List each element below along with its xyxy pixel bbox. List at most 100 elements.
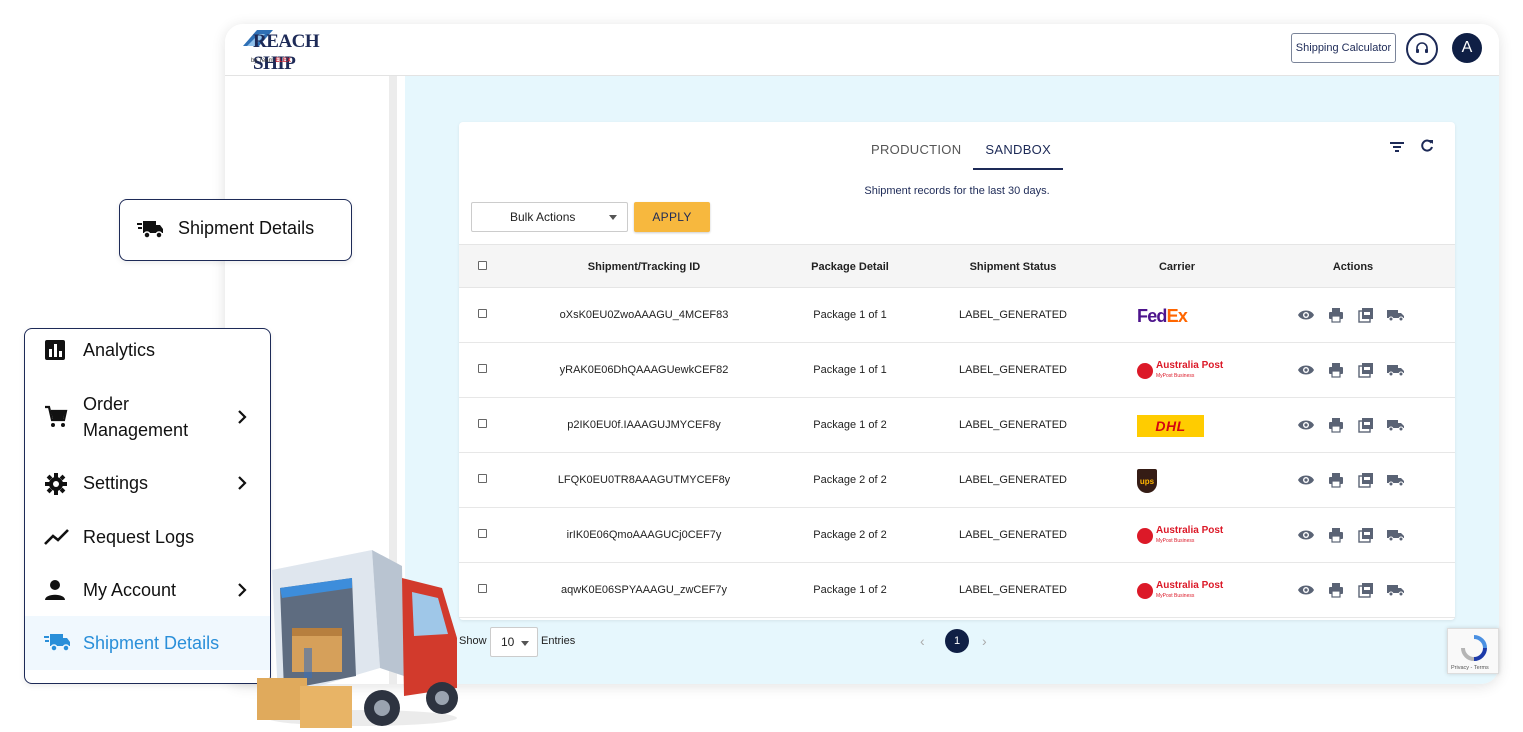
view-icon[interactable]	[1297, 526, 1315, 544]
menu-item-my-account[interactable]: My Account	[25, 576, 270, 606]
menu-item-order-management[interactable]: Order Management	[25, 389, 270, 445]
package-detail: Package 1 of 2	[813, 584, 887, 596]
pdf-icon[interactable]	[1357, 526, 1375, 544]
australia-post-logo: Australia Post MyPost Business	[1137, 581, 1223, 601]
header-carrier: Carrier	[1158, 261, 1196, 273]
truck-icon[interactable]	[1387, 416, 1405, 434]
table-row: p2IK0EU0f.IAAAGUJMYCEF8y Package 1 of 2 LA…	[459, 398, 1455, 453]
view-icon[interactable]	[1297, 306, 1315, 324]
recaptcha-badge[interactable]: Privacy - Terms	[1447, 628, 1499, 674]
menu-label-management: Management	[83, 420, 189, 440]
truck-icon[interactable]	[1387, 526, 1405, 544]
pdf-icon[interactable]	[1357, 471, 1375, 489]
header-shipment-status: Shipment Status	[969, 261, 1057, 273]
reachship-logo[interactable]: REACH SHIP by Team ELEX	[243, 28, 343, 74]
print-icon[interactable]	[1327, 416, 1345, 434]
menu-label-my-account: My Account	[83, 580, 177, 600]
gear-icon	[44, 472, 68, 501]
tracking-id[interactable]: yRAK0E06DhQAAAGUewkCEF82	[539, 343, 749, 398]
truck-icon[interactable]	[1387, 361, 1405, 379]
view-icon[interactable]	[1297, 471, 1315, 489]
trending-icon	[44, 527, 70, 552]
carrier-cell: DHL	[1137, 411, 1204, 441]
shipment-status: LABEL_GENERATED	[958, 474, 1067, 486]
tracking-id[interactable]: p2IK0EU0f.IAAAGUJMYCEF8y	[539, 398, 749, 453]
next-page-icon[interactable]: ›	[982, 633, 987, 649]
tab-production[interactable]: PRODUCTION	[859, 142, 973, 170]
menu-item-analytics[interactable]: Analytics	[25, 337, 270, 367]
package-detail: Package 2 of 2	[813, 529, 887, 541]
print-icon[interactable]	[1327, 526, 1345, 544]
tracking-id[interactable]: irIK0E06QmoAAAGUCj0CEF7y	[539, 508, 749, 563]
callout-label: Shipment Details	[178, 218, 315, 238]
print-icon[interactable]	[1327, 471, 1345, 489]
page-size-select[interactable]: 10	[490, 627, 538, 657]
carrier-cell: Australia Post MyPost Business	[1137, 356, 1223, 386]
bulk-actions-select[interactable]: Bulk Actions	[471, 202, 628, 232]
pdf-icon[interactable]	[1357, 581, 1375, 599]
pdf-icon[interactable]	[1357, 306, 1375, 324]
stage: REACH SHIP by Team ELEX Shipping Calcula…	[0, 0, 1523, 732]
print-icon[interactable]	[1327, 361, 1345, 379]
shipments-table: Shipment/Tracking ID Package Detail Ship…	[459, 244, 1455, 618]
row-checkbox[interactable]	[478, 529, 487, 538]
table-row: aqwK0E06SPYAAAGU_zwCEF7y Package 1 of 2 LA…	[459, 563, 1455, 618]
prev-page-icon[interactable]: ‹	[920, 633, 925, 649]
header-actions: Actions	[1332, 261, 1374, 273]
apply-button[interactable]: APPLY	[634, 202, 710, 232]
caret-down-icon	[609, 215, 617, 220]
top-bar: REACH SHIP by Team ELEX Shipping Calcula…	[225, 24, 1499, 76]
headset-icon	[1416, 42, 1428, 53]
select-all-checkbox[interactable]	[478, 261, 487, 270]
current-page[interactable]: 1	[945, 629, 969, 653]
menu-item-request-logs[interactable]: Request Logs	[25, 523, 270, 553]
dhl-logo: DHL	[1137, 415, 1204, 437]
carrier-cell: FedEx	[1137, 301, 1188, 331]
show-label: Show	[459, 635, 487, 647]
row-actions	[1297, 526, 1405, 544]
chevron-right-icon	[235, 581, 249, 604]
view-icon[interactable]	[1297, 416, 1315, 434]
avatar[interactable]: A	[1452, 33, 1482, 63]
environment-tabs: PRODUCTION SANDBOX	[859, 142, 1064, 170]
row-actions	[1297, 306, 1405, 324]
row-checkbox[interactable]	[478, 584, 487, 593]
support-button[interactable]	[1406, 33, 1438, 65]
print-icon[interactable]	[1327, 581, 1345, 599]
menu-label-request-logs: Request Logs	[83, 527, 195, 547]
row-checkbox[interactable]	[478, 309, 487, 318]
tracking-id[interactable]: aqwK0E06SPYAAAGU_zwCEF7y	[539, 563, 749, 618]
records-subtitle: Shipment records for the last 30 days.	[864, 185, 1050, 197]
table-header: Shipment/Tracking ID Package Detail Ship…	[459, 244, 1455, 288]
australia-post-logo: Australia Post MyPost Business	[1137, 361, 1223, 381]
shipment-status: LABEL_GENERATED	[958, 309, 1067, 321]
row-checkbox[interactable]	[478, 364, 487, 373]
tab-sandbox[interactable]: SANDBOX	[973, 142, 1064, 170]
chevron-right-icon	[235, 474, 249, 497]
pdf-icon[interactable]	[1357, 416, 1375, 434]
shipping-calculator-button[interactable]: Shipping Calculator	[1291, 33, 1396, 63]
row-checkbox[interactable]	[478, 474, 487, 483]
menu-item-shipment-details[interactable]: Shipment Details	[25, 616, 270, 670]
delivery-truck-illustration	[257, 550, 458, 728]
row-checkbox[interactable]	[478, 419, 487, 428]
header-package-detail: Package Detail	[811, 261, 889, 273]
tracking-id[interactable]: LFQK0EU0TR8AAAGUTMYCEF8y	[539, 453, 749, 508]
tracking-id[interactable]: oXsK0EU0ZwoAAAGU_4MCEF83	[539, 288, 749, 343]
truck-icon[interactable]	[1387, 581, 1405, 599]
refresh-icon[interactable]	[1419, 138, 1435, 159]
carrier-cell: Australia Post MyPost Business	[1137, 576, 1223, 606]
view-icon[interactable]	[1297, 581, 1315, 599]
menu-item-settings[interactable]: Settings	[25, 469, 270, 499]
person-icon	[44, 579, 66, 606]
bulk-actions-label: Bulk Actions	[510, 210, 576, 224]
shipment-status: LABEL_GENERATED	[958, 529, 1067, 541]
menu-label-analytics: Analytics	[83, 340, 156, 360]
truck-icon[interactable]	[1387, 306, 1405, 324]
filter-icon[interactable]	[1389, 140, 1405, 159]
print-icon[interactable]	[1327, 306, 1345, 324]
view-icon[interactable]	[1297, 361, 1315, 379]
pdf-icon[interactable]	[1357, 361, 1375, 379]
package-detail: Package 1 of 1	[813, 309, 887, 321]
truck-icon[interactable]	[1387, 471, 1405, 489]
